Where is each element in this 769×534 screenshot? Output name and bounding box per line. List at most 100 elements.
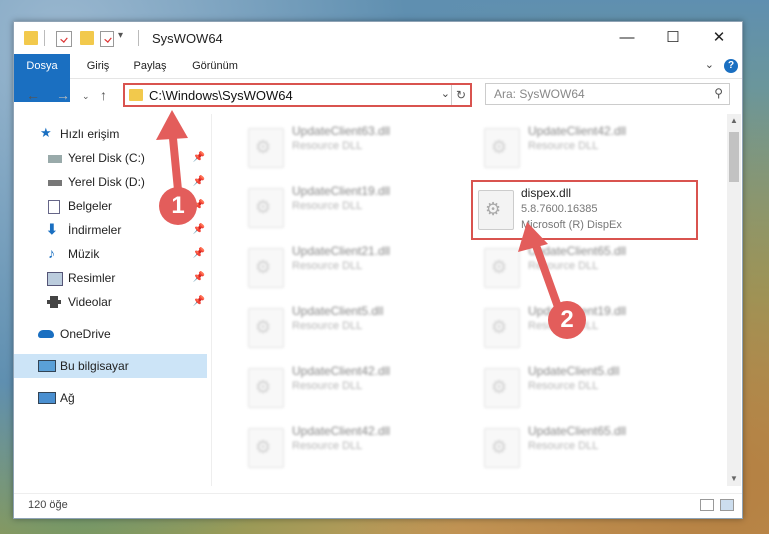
file-description: Resource DLL [292, 260, 363, 272]
tab-share[interactable]: Paylaş [126, 54, 174, 78]
recent-locations-icon[interactable]: ⌄ [82, 91, 90, 102]
file-name: UpdateClient21.dll [292, 244, 391, 258]
large-icons-view-icon[interactable] [720, 499, 734, 511]
navigation-bar: ← → ⌄ ↑ C:\Windows\SysWOW64 ⌄ ↻ Ara: Sys… [14, 79, 742, 113]
dll-file-icon [484, 128, 520, 168]
file-description: Resource DLL [528, 140, 599, 152]
item-count: 120 öğe [28, 499, 68, 511]
pin-icon[interactable]: 📌 [193, 242, 205, 266]
tab-home[interactable]: Giriş [78, 54, 118, 78]
sidebar-item-videos[interactable]: Videolar 📌 [14, 290, 207, 314]
file-item[interactable]: UpdateClient65.dll Resource DLL [478, 242, 698, 290]
scroll-up-icon[interactable]: ▲ [727, 114, 741, 128]
sidebar-item-network[interactable]: Ağ [14, 386, 207, 410]
ribbon-tabs: Dosya Giriş Paylaş Görünüm ⌄ ? [14, 54, 742, 102]
separator [44, 30, 45, 46]
sidebar-item-label: Hızlı erişim [60, 127, 120, 141]
file-list: UpdateClient63.dll Resource DLL UpdateCl… [212, 114, 727, 486]
scrollbar-thumb[interactable] [729, 132, 739, 182]
sidebar-item-label: OneDrive [60, 327, 111, 341]
view-icon[interactable] [100, 31, 114, 47]
dll-file-icon [248, 188, 284, 228]
pin-icon[interactable]: 📌 [193, 146, 205, 170]
file-description: Resource DLL [292, 200, 363, 212]
sidebar-item-label: Müzik [68, 247, 100, 261]
file-item[interactable]: UpdateClient5.dll Resource DLL [478, 362, 698, 410]
help-icon[interactable]: ? [724, 59, 738, 73]
customize-toolbar-icon[interactable]: ▾ [118, 30, 123, 41]
pin-icon[interactable]: 📌 [193, 290, 205, 314]
sidebar-item-pictures[interactable]: Resimler 📌 [14, 266, 207, 290]
file-description: Resource DLL [292, 380, 363, 392]
sidebar-item-local-disk-c[interactable]: Yerel Disk (C:) 📌 [14, 146, 207, 170]
minimize-button[interactable]: — [604, 22, 650, 54]
sidebar-item-label: Ağ [60, 391, 75, 405]
scroll-down-icon[interactable]: ▼ [727, 472, 741, 486]
search-placeholder: Ara: SysWOW64 [494, 87, 585, 101]
close-button[interactable]: ✕ [696, 22, 742, 54]
step-marker-1: 1 [159, 187, 197, 225]
new-folder-icon[interactable] [80, 31, 94, 45]
sidebar-item-label: İndirmeler [68, 223, 122, 237]
dll-file-icon [484, 368, 520, 408]
file-description: Resource DLL [528, 380, 599, 392]
file-name: UpdateClient42.dll [292, 364, 391, 378]
folder-icon [129, 89, 143, 101]
dll-file-icon [484, 308, 520, 348]
sidebar-item-onedrive[interactable]: OneDrive [14, 322, 207, 346]
tab-view[interactable]: Görünüm [184, 54, 246, 78]
pin-icon[interactable]: 📌 [193, 170, 205, 194]
pin-icon[interactable]: 📌 [193, 218, 205, 242]
file-name: UpdateClient42.dll [528, 124, 627, 138]
sidebar-item-this-pc[interactable]: Bu bilgisayar [14, 354, 207, 378]
address-path[interactable]: C:\Windows\SysWOW64 [149, 88, 293, 103]
file-description: Resource DLL [292, 320, 363, 332]
sidebar-item-label: Yerel Disk (D:) [68, 175, 145, 189]
file-item[interactable]: UpdateClient19.dll Resource DLL [242, 182, 462, 230]
music-icon: ♪ [48, 245, 55, 261]
step-marker-2: 2 [548, 301, 586, 339]
drive-icon [48, 180, 62, 186]
file-item[interactable]: UpdateClient65.dll Resource DLL [478, 422, 698, 470]
title-bar: ▾ SysWOW64 — ☐ ✕ [14, 22, 742, 54]
back-icon[interactable]: ← [26, 87, 40, 103]
network-icon [38, 392, 56, 404]
file-description: Resource DLL [528, 440, 599, 452]
separator [138, 30, 139, 46]
file-description: Resource DLL [528, 260, 599, 272]
cloud-icon [38, 330, 54, 338]
computer-icon [38, 360, 56, 372]
drive-icon [48, 155, 62, 163]
sidebar-item-label: Resimler [68, 271, 116, 285]
pictures-icon [47, 272, 63, 286]
file-item[interactable]: UpdateClient19.dll Resource DLL [478, 302, 698, 350]
refresh-icon[interactable]: ↻ [451, 85, 470, 105]
explorer-window: ▾ SysWOW64 — ☐ ✕ Dosya Giriş Paylaş Görü… [13, 21, 743, 519]
pin-icon[interactable]: 📌 [193, 266, 205, 290]
vertical-scrollbar[interactable]: ▲ ▼ [727, 114, 741, 486]
dll-file-icon [484, 248, 520, 288]
file-item[interactable]: UpdateClient42.dll Resource DLL [478, 122, 698, 170]
file-version: 5.8.7600.16385 [521, 203, 598, 215]
file-item[interactable]: UpdateClient42.dll Resource DLL [242, 422, 462, 470]
expand-ribbon-icon[interactable]: ⌄ [705, 58, 714, 71]
file-item[interactable]: UpdateClient42.dll Resource DLL [242, 362, 462, 410]
file-item[interactable]: UpdateClient63.dll Resource DLL [242, 122, 462, 170]
sidebar-item-quick-access[interactable]: ★ Hızlı erişim [14, 122, 207, 146]
search-icon[interactable]: ⚲ [714, 86, 723, 100]
file-item[interactable]: UpdateClient21.dll Resource DLL [242, 242, 462, 290]
forward-icon[interactable]: → [56, 87, 70, 103]
sidebar-item-music[interactable]: ♪ Müzik 📌 [14, 242, 207, 266]
file-item-dispex[interactable]: dispex.dll 5.8.7600.16385 Microsoft (R) … [471, 180, 698, 240]
dll-file-icon [248, 128, 284, 168]
maximize-button[interactable]: ☐ [650, 22, 696, 54]
address-bar[interactable]: C:\Windows\SysWOW64 ⌄ ↻ [123, 83, 472, 107]
properties-icon[interactable] [56, 31, 72, 47]
search-input[interactable]: Ara: SysWOW64 ⚲ [485, 83, 730, 105]
sidebar-item-label: Videolar [68, 295, 112, 309]
up-icon[interactable]: ↑ [100, 87, 107, 103]
file-item[interactable]: UpdateClient5.dll Resource DLL [242, 302, 462, 350]
file-description: Resource DLL [292, 440, 363, 452]
chevron-down-icon[interactable]: ⌄ [441, 87, 450, 100]
details-view-icon[interactable] [700, 499, 714, 511]
